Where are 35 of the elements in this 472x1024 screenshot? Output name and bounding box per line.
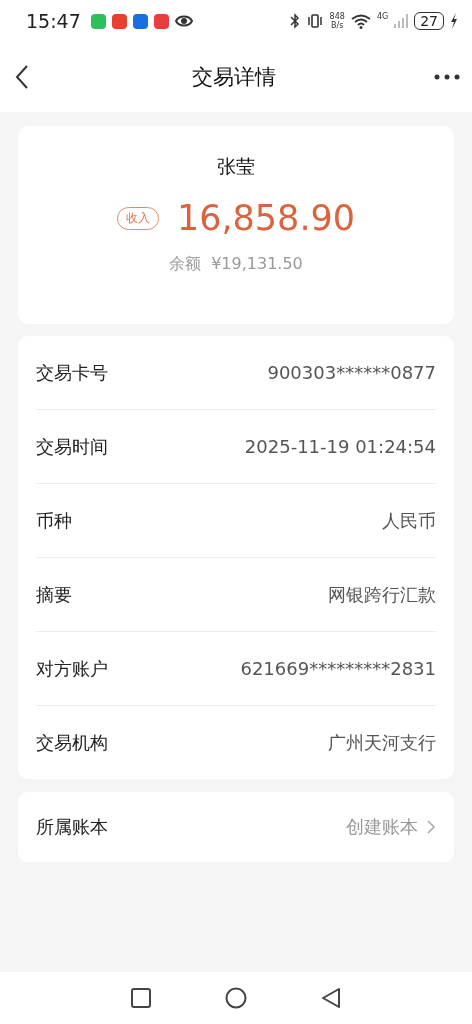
vibrate-icon <box>305 14 324 28</box>
network-speed: 848 B/s <box>329 12 345 30</box>
transaction-amount: 16,858.90 <box>176 198 356 238</box>
ledger-label: 所属账本 <box>36 815 108 839</box>
bluetooth-icon <box>289 13 300 29</box>
payer-name: 张莹 <box>217 154 255 179</box>
wifi-icon <box>350 13 371 29</box>
detail-label: 交易卡号 <box>36 360 108 385</box>
home-icon[interactable] <box>225 987 247 1009</box>
charging-icon <box>450 13 458 29</box>
eye-icon <box>174 14 193 28</box>
detail-value: 人民币 <box>382 508 436 533</box>
app-icon <box>111 13 127 29</box>
balance-value: ¥19,131.50 <box>211 254 303 275</box>
chevron-right-icon <box>426 819 436 835</box>
detail-label: 对方账户 <box>36 656 108 681</box>
detail-label: 币种 <box>36 508 72 533</box>
detail-value: 网银跨行汇款 <box>328 582 436 607</box>
detail-value: 900303******0877 <box>267 362 436 383</box>
page-title: 交易详情 <box>191 64 277 91</box>
network-type: 4G <box>376 12 389 21</box>
signal-icon <box>394 14 409 28</box>
detail-label: 交易时间 <box>36 434 108 459</box>
status-time: 15:47 <box>26 10 81 32</box>
detail-label: 交易机构 <box>36 730 108 755</box>
balance-label: 余额 <box>169 254 202 275</box>
recents-icon[interactable] <box>131 988 151 1008</box>
detail-value: 621669*********2831 <box>240 658 436 679</box>
more-icon[interactable] <box>434 74 460 80</box>
ledger-row[interactable]: 所属账本 创建账本 <box>18 792 454 862</box>
detail-value: 2025-11-19 01:24:54 <box>244 436 436 457</box>
battery-level: 27 <box>414 12 444 30</box>
back-nav-icon[interactable] <box>321 987 341 1009</box>
detail-value: 广州天河支行 <box>328 730 436 755</box>
detail-label: 摘要 <box>36 582 72 607</box>
